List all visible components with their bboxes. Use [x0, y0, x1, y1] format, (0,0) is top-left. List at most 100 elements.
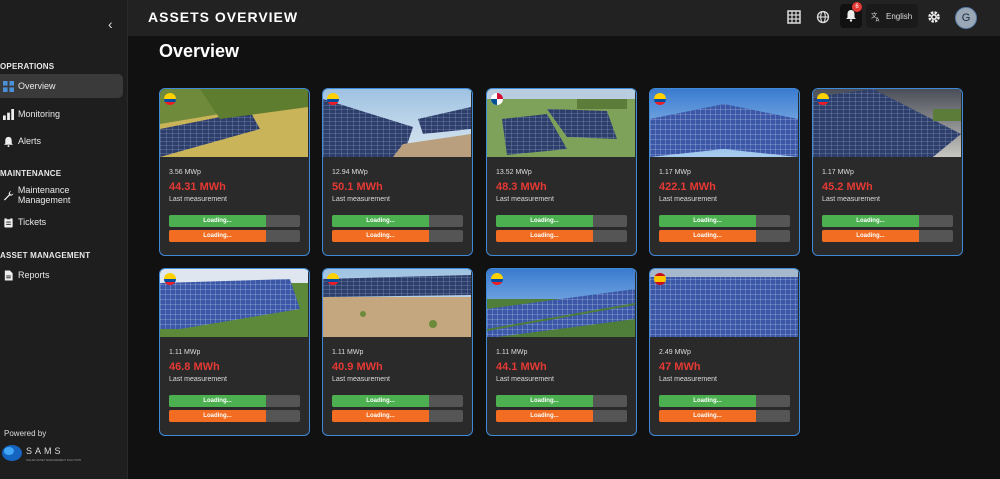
user-avatar[interactable]: G [955, 7, 977, 29]
sidebar-item-label: Maintenance Management [17, 185, 71, 205]
sidebar-item-overview[interactable]: Overview [0, 74, 123, 98]
last-measurement-label: Last measurement [169, 196, 227, 203]
status-bar-fill: Loading... [659, 215, 756, 227]
country-flag-icon [654, 93, 666, 105]
page-title: Overview [159, 41, 240, 61]
status-bar-fill: Loading... [822, 215, 919, 227]
status-bar-green: Loading... [659, 395, 790, 407]
logo-text: SAMS [26, 446, 64, 456]
asset-card[interactable]: 1.17 MWp 45.2 MWh Last measurement Loadi… [812, 88, 963, 256]
wrench-icon [3, 190, 14, 200]
solar-plant-photo [323, 269, 471, 337]
svg-text:A: A [876, 17, 880, 21]
asset-capacity: 1.11 MWp [332, 349, 364, 356]
sidebar-item-tickets[interactable]: Tickets [0, 210, 123, 234]
asset-energy: 44.1 MWh [496, 361, 547, 373]
status-bar-green: Loading... [496, 215, 627, 227]
sidebar-item-reports[interactable]: Reports [0, 263, 123, 287]
clipboard-icon [4, 216, 13, 228]
asset-card[interactable]: 3.56 MWp 44.31 MWh Last measurement Load… [159, 88, 310, 256]
sidebar-item-alerts[interactable]: Alerts [0, 129, 123, 153]
status-bar-green: Loading... [332, 215, 463, 227]
status-bar-fill: Loading... [659, 410, 756, 422]
status-bar-orange: Loading... [332, 230, 463, 242]
sidebar-item-label: Tickets [18, 217, 47, 227]
last-measurement-label: Last measurement [169, 376, 227, 383]
collapse-sidebar-icon[interactable]: ‹ [108, 16, 113, 32]
asset-energy: 40.9 MWh [332, 361, 383, 373]
solar-plant-photo [323, 89, 471, 157]
asset-capacity: 1.11 MWp [496, 349, 528, 356]
sidebar-item-label: Alerts [18, 136, 42, 146]
status-bar-fill: Loading... [169, 410, 266, 422]
solar-plant-photo [487, 89, 635, 157]
status-bar-green: Loading... [332, 395, 463, 407]
status-bar-fill: Loading... [496, 395, 593, 407]
country-flag-icon [817, 93, 829, 105]
last-measurement-label: Last measurement [822, 196, 880, 203]
asset-card[interactable]: 13.52 MWp 48.3 MWh Last measurement Load… [486, 88, 637, 256]
dashboard-icon [3, 80, 14, 92]
status-bar-fill: Loading... [332, 395, 429, 407]
status-bar-orange: Loading... [659, 410, 790, 422]
status-bar-green: Loading... [169, 215, 300, 227]
status-bar-fill: Loading... [496, 410, 593, 422]
asset-energy: 48.3 MWh [496, 181, 547, 193]
status-bar-orange: Loading... [496, 230, 627, 242]
solar-plant-photo [487, 269, 635, 337]
section-asset-management: ASSET MANAGEMENT [0, 251, 91, 260]
sams-logo: SAMS SOLAR ASSET MANAGEMENT SOLUTION [2, 445, 81, 462]
status-bar-fill: Loading... [659, 230, 756, 242]
sidebar-item-label: Reports [18, 270, 50, 280]
asset-capacity: 1.11 MWp [169, 349, 201, 356]
asset-card[interactable]: 2.49 MWp 47 MWh Last measurement Loading… [649, 268, 800, 436]
sidebar-item-monitoring[interactable]: Monitoring [0, 102, 123, 126]
last-measurement-label: Last measurement [332, 196, 390, 203]
status-bar-green: Loading... [496, 395, 627, 407]
sidebar-item-maintenance-management[interactable]: Maintenance Management [0, 183, 123, 207]
country-flag-icon [654, 273, 666, 285]
language-selector[interactable]: 文A English [866, 4, 918, 28]
asset-card[interactable]: 1.11 MWp 40.9 MWh Last measurement Loadi… [322, 268, 473, 436]
status-bar-green: Loading... [822, 215, 953, 227]
status-bar-orange: Loading... [169, 410, 300, 422]
asset-card[interactable]: 1.17 MWp 422.1 MWh Last measurement Load… [649, 88, 800, 256]
bar-chart-icon [3, 108, 14, 120]
grid-icon[interactable] [786, 9, 802, 25]
status-bar-fill: Loading... [169, 395, 266, 407]
status-bar-fill: Loading... [332, 215, 429, 227]
settings-gear-icon[interactable] [926, 9, 942, 25]
asset-energy: 422.1 MWh [659, 181, 716, 193]
status-bar-fill: Loading... [496, 230, 593, 242]
solar-plant-photo [650, 269, 798, 337]
status-bar-orange: Loading... [659, 230, 790, 242]
asset-card[interactable]: 12.94 MWp 50.1 MWh Last measurement Load… [322, 88, 473, 256]
solar-plant-photo [813, 89, 961, 157]
sidebar-item-label: Overview [18, 81, 56, 91]
document-icon [4, 269, 13, 281]
status-bar-green: Loading... [169, 395, 300, 407]
country-flag-icon [491, 93, 503, 105]
country-flag-icon [491, 273, 503, 285]
asset-card[interactable]: 1.11 MWp 44.1 MWh Last measurement Loadi… [486, 268, 637, 436]
notification-count-badge: 6 [852, 2, 862, 12]
asset-capacity: 12.94 MWp [332, 169, 368, 176]
powered-by-label: Powered by [4, 429, 47, 438]
asset-capacity: 2.49 MWp [659, 349, 691, 356]
translate-icon: 文A [871, 11, 880, 22]
solar-plant-photo [650, 89, 798, 157]
status-bar-fill: Loading... [332, 230, 429, 242]
status-bar-orange: Loading... [496, 410, 627, 422]
status-bar-fill: Loading... [822, 230, 919, 242]
asset-capacity: 1.17 MWp [659, 169, 691, 176]
asset-energy: 45.2 MWh [822, 181, 873, 193]
globe-icon[interactable] [815, 9, 831, 25]
status-bar-green: Loading... [659, 215, 790, 227]
section-maintenance: MAINTENANCE [0, 169, 62, 178]
asset-card[interactable]: 1.11 MWp 46.8 MWh Last measurement Loadi… [159, 268, 310, 436]
status-bar-orange: Loading... [169, 230, 300, 242]
asset-capacity: 3.56 MWp [169, 169, 201, 176]
section-operations: OPERATIONS [0, 62, 55, 71]
country-flag-icon [327, 273, 339, 285]
sidebar-item-label: Monitoring [18, 109, 61, 119]
